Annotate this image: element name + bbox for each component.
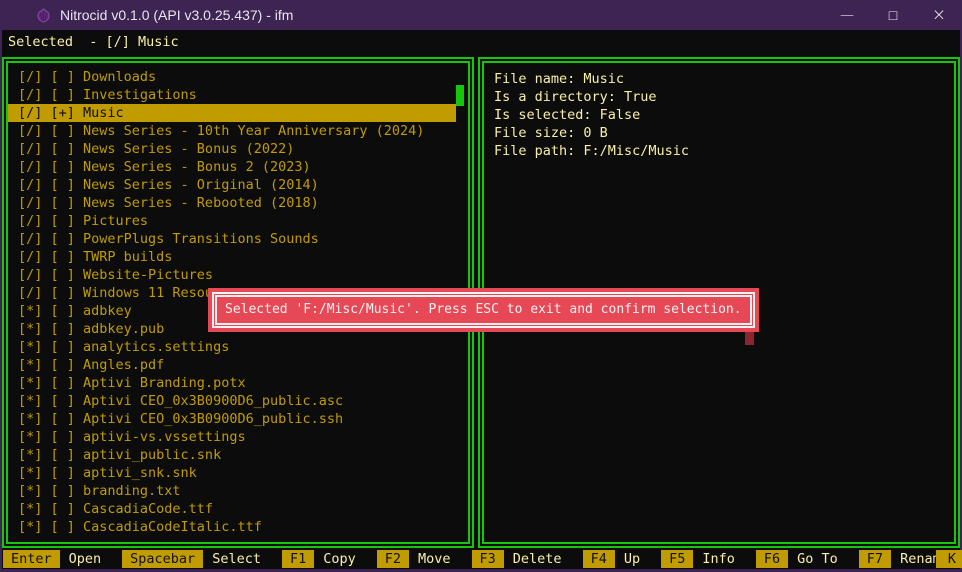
keybinding-bar: Enter Open Spacebar Select F1 Copy F2 Move F3 Del… xyxy=(2,550,960,568)
keybinding-delete[interactable]: F3 Delete xyxy=(472,550,562,568)
keybinding-open[interactable]: Enter Open xyxy=(3,550,101,568)
file-info-line: Is selected: False xyxy=(494,106,954,124)
list-item[interactable]: [/] [ ] News Series - Original (2014) xyxy=(8,176,456,194)
keybinding-action: Copy xyxy=(323,550,356,568)
list-item[interactable]: [*] [ ] analytics.settings xyxy=(8,338,456,356)
list-item[interactable]: [/] [ ] Investigations xyxy=(8,86,456,104)
list-item[interactable]: [/] [ ] News Series - 10th Year Annivers… xyxy=(8,122,456,140)
keybinding-action: Info xyxy=(702,550,735,568)
keybinding-action: Go To xyxy=(797,550,838,568)
keybinding-action: Select xyxy=(212,550,261,568)
terminal-window: Selected - [/] Music [/] [ ] Downloads[/… xyxy=(0,30,962,572)
nitrocid-app-icon xyxy=(36,8,51,23)
keybindings-overflow-key[interactable]: K xyxy=(936,550,962,568)
keybinding-action: Delete xyxy=(513,550,562,568)
keybinding-key: F1 xyxy=(282,550,314,568)
window-title: Nitrocid v0.1.0 (API v3.0.25.437) - ifm xyxy=(60,7,293,23)
window-controls: — □ × xyxy=(824,0,962,30)
list-item[interactable]: [/] [+] Music xyxy=(8,104,456,122)
list-item[interactable]: [*] [ ] Aptivi CEO_0x3B0900D6_public.asc xyxy=(8,392,456,410)
title-bar: Nitrocid v0.1.0 (API v3.0.25.437) - ifm … xyxy=(0,0,962,30)
list-item[interactable]: [/] [ ] PowerPlugs Transitions Sounds xyxy=(8,230,456,248)
keybinding-go-to[interactable]: F6 Go To xyxy=(756,550,838,568)
keybinding-copy[interactable]: F1 Copy xyxy=(282,550,356,568)
keybinding-action: Up xyxy=(624,550,640,568)
maximize-button[interactable]: □ xyxy=(870,0,916,30)
close-button[interactable]: × xyxy=(916,0,962,30)
keybinding-key: F3 xyxy=(472,550,504,568)
file-info-line: File path: F:/Misc/Music xyxy=(494,142,954,160)
keybinding-key: F7 xyxy=(859,550,891,568)
keybinding-key: F4 xyxy=(583,550,615,568)
keybinding-key: F2 xyxy=(377,550,409,568)
keybinding-up[interactable]: F4 Up xyxy=(583,550,641,568)
minimize-button[interactable]: — xyxy=(824,0,870,30)
list-item[interactable]: [*] [ ] branding.txt xyxy=(8,482,456,500)
selection-status: Selected - [/] Music xyxy=(8,33,179,51)
keybinding-action: Open xyxy=(69,550,102,568)
file-info: File name: MusicIs a directory: TrueIs s… xyxy=(484,63,954,160)
list-item[interactable]: [*] [ ] aptivi-vs.vssettings xyxy=(8,428,456,446)
keybinding-info[interactable]: F5 Info xyxy=(661,550,735,568)
selection-dialog: Selected 'F:/Misc/Music'. Press ESC to e… xyxy=(208,288,759,332)
keybinding-select[interactable]: Spacebar Select xyxy=(122,550,261,568)
keybinding-move[interactable]: F2 Move xyxy=(377,550,451,568)
file-info-line: File name: Music xyxy=(494,70,954,88)
list-item[interactable]: [*] [ ] CascadiaCode.ttf xyxy=(8,500,456,518)
list-item[interactable]: [/] [ ] News Series - Bonus (2022) xyxy=(8,140,456,158)
list-item[interactable]: [/] [ ] Downloads xyxy=(8,68,456,86)
list-item[interactable]: [*] [ ] Aptivi CEO_0x3B0900D6_public.ssh xyxy=(8,410,456,428)
list-item[interactable]: [/] [ ] TWRP builds xyxy=(8,248,456,266)
file-info-line: Is a directory: True xyxy=(494,88,954,106)
dialog-message: Selected 'F:/Misc/Music'. Press ESC to e… xyxy=(212,292,755,328)
list-item[interactable]: [/] [ ] News Series - Rebooted (2018) xyxy=(8,194,456,212)
list-item[interactable]: [*] [ ] Aptivi Branding.potx xyxy=(8,374,456,392)
keybinding-key: F6 xyxy=(756,550,788,568)
list-item[interactable]: [/] [ ] Pictures xyxy=(8,212,456,230)
list-item[interactable]: [/] [ ] News Series - Bonus 2 (2023) xyxy=(8,158,456,176)
scrollbar-thumb[interactable] xyxy=(456,85,464,106)
list-item[interactable]: [*] [ ] CascadiaCodeItalic.ttf xyxy=(8,518,456,536)
file-info-line: File size: 0 B xyxy=(494,124,954,142)
keybinding-key: Spacebar xyxy=(122,550,203,568)
keybinding-key: F5 xyxy=(661,550,693,568)
keybinding-key: Enter xyxy=(3,550,60,568)
list-item[interactable]: [*] [ ] Angles.pdf xyxy=(8,356,456,374)
list-item[interactable]: [*] [ ] aptivi_public.snk xyxy=(8,446,456,464)
list-item[interactable]: [*] [ ] aptivi_snk.snk xyxy=(8,464,456,482)
keybinding-action: Move xyxy=(418,550,451,568)
list-item[interactable]: [/] [ ] Website-Pictures xyxy=(8,266,456,284)
